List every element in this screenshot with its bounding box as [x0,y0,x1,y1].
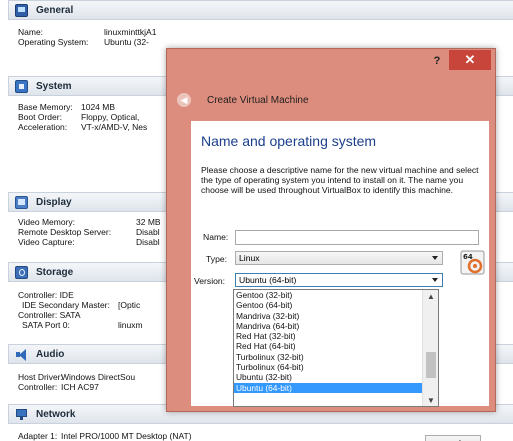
network-icon [15,408,28,421]
section-body-system: Base Memory: 1024 MB Boot Order: Floppy, O… [18,102,147,132]
ubuntu-64-os-icon: 64 [460,250,485,275]
section-body-network: Adapter 1: Intel PRO/1000 MT Desktop (NAT… [18,431,192,441]
detail-value: Disabl [136,237,160,247]
detail-value: 32 MB [136,217,161,227]
dropdown-option[interactable]: Gentoo (64-bit) [234,300,424,310]
detail-value: Windows DirectSou [61,372,136,382]
section-title-system: System [36,80,72,92]
page-title: Name and operating system [201,133,377,149]
dropdown-option[interactable]: Ubuntu (32-bit) [234,372,424,382]
detail-key: SATA Port 0: [22,320,70,330]
dialog-header: ◀ Create Virtual Machine [177,93,309,107]
detail-key: Base Memory: [18,102,73,112]
section-title-storage: Storage [36,266,74,278]
detail-key: Controller: [18,382,58,392]
section-body-storage: Controller: IDE IDE Secondary Master: [Op… [18,290,143,330]
version-select[interactable]: Ubuntu (64-bit) [235,273,443,287]
dropdown-option[interactable]: Red Hat (64-bit) [234,341,424,351]
dropdown-option[interactable]: Turbolinux (32-bit) [234,352,424,362]
detail-key: Controller: SATA [18,310,81,320]
version-dropdown-list[interactable]: Gentoo (32-bit) Gentoo (64-bit) Mandriva (… [233,289,439,407]
back-arrow-icon[interactable]: ◀ [177,93,191,107]
dialog-title: Create Virtual Machine [207,94,309,106]
type-select-value: Linux [239,253,260,263]
detail-key: Acceleration: [18,122,68,132]
help-button[interactable]: ? [430,55,444,69]
detail-value: Floppy, Optical, [81,112,140,122]
chip-icon [15,79,28,93]
dropdown-option[interactable]: Mandriva (64-bit) [234,321,424,331]
detail-value: Disabl [136,227,160,237]
detail-value: Ubuntu (32- [104,37,149,47]
scrollbar-thumb[interactable] [426,352,436,378]
detail-key: Host Driver: [18,372,63,382]
speaker-icon [15,348,28,361]
section-title-audio: Audio [36,348,65,360]
description-text: Please choose a descriptive name for the… [201,165,479,195]
detail-key: Controller: IDE [18,290,74,300]
dropdown-option[interactable]: Mandriva (32-bit) [234,311,424,321]
detail-key: Video Memory: [18,217,76,227]
section-title-display: Display [36,196,72,208]
detail-value: VT-x/AMD-V, Nes [81,122,148,132]
storage-icon [15,265,28,279]
section-body-display: Video Memory: 32 MB Remote Desktop Server… [18,217,161,247]
scroll-down-icon[interactable]: ▼ [423,396,438,406]
detail-value: [Optic [118,300,141,310]
version-label: Version: [194,276,226,286]
name-label: Name: [203,232,229,242]
detail-key: Remote Desktop Server: [18,227,112,237]
name-field[interactable] [235,230,479,245]
chevron-down-icon [432,256,438,260]
detail-key: Operating System: [18,37,89,47]
detail-key: Video Capture: [18,237,75,247]
section-header-general[interactable]: General [8,0,513,20]
monitor-icon [15,3,28,17]
close-button[interactable]: ✕ [449,50,491,70]
dropdown-scrollbar[interactable]: ▲ ▼ [422,290,438,406]
os-icon-label: 64 [463,253,473,261]
section-body-audio: Host Driver:Windows DirectSou Controller… [18,372,135,392]
detail-key: Boot Order: [18,112,62,122]
version-select-value: Ubuntu (64-bit) [239,275,297,285]
detail-value: linuxm [118,320,143,330]
section-title-network: Network [36,408,76,420]
cancel-button[interactable]: ncel [425,435,481,441]
detail-key: IDE Secondary Master: [22,300,110,310]
dropdown-option[interactable]: Gentoo (32-bit) [234,290,424,300]
detail-key: Adapter 1: [18,431,58,441]
dropdown-option[interactable]: Turbolinux (64-bit) [234,362,424,372]
detail-value: ICH AC97 [61,382,99,392]
detail-key: Name: [18,27,44,37]
scroll-up-icon[interactable]: ▲ [423,292,438,302]
type-label: Type: [206,254,228,264]
detail-value: linuxminttkjA1 [104,27,157,37]
detail-value: 1024 MB [81,102,116,112]
dropdown-option[interactable]: Ubuntu (64-bit) [234,382,424,393]
detail-value: Intel PRO/1000 MT Desktop (NAT) [61,431,192,441]
dropdown-option[interactable]: Red Hat (32-bit) [234,331,424,341]
type-select[interactable]: Linux [235,251,443,265]
section-body-general: Name: linuxminttkjA1 Operating System: Ubu… [18,27,156,47]
section-title-general: General [36,4,74,16]
display-icon [15,195,28,209]
chevron-down-icon [432,278,438,282]
